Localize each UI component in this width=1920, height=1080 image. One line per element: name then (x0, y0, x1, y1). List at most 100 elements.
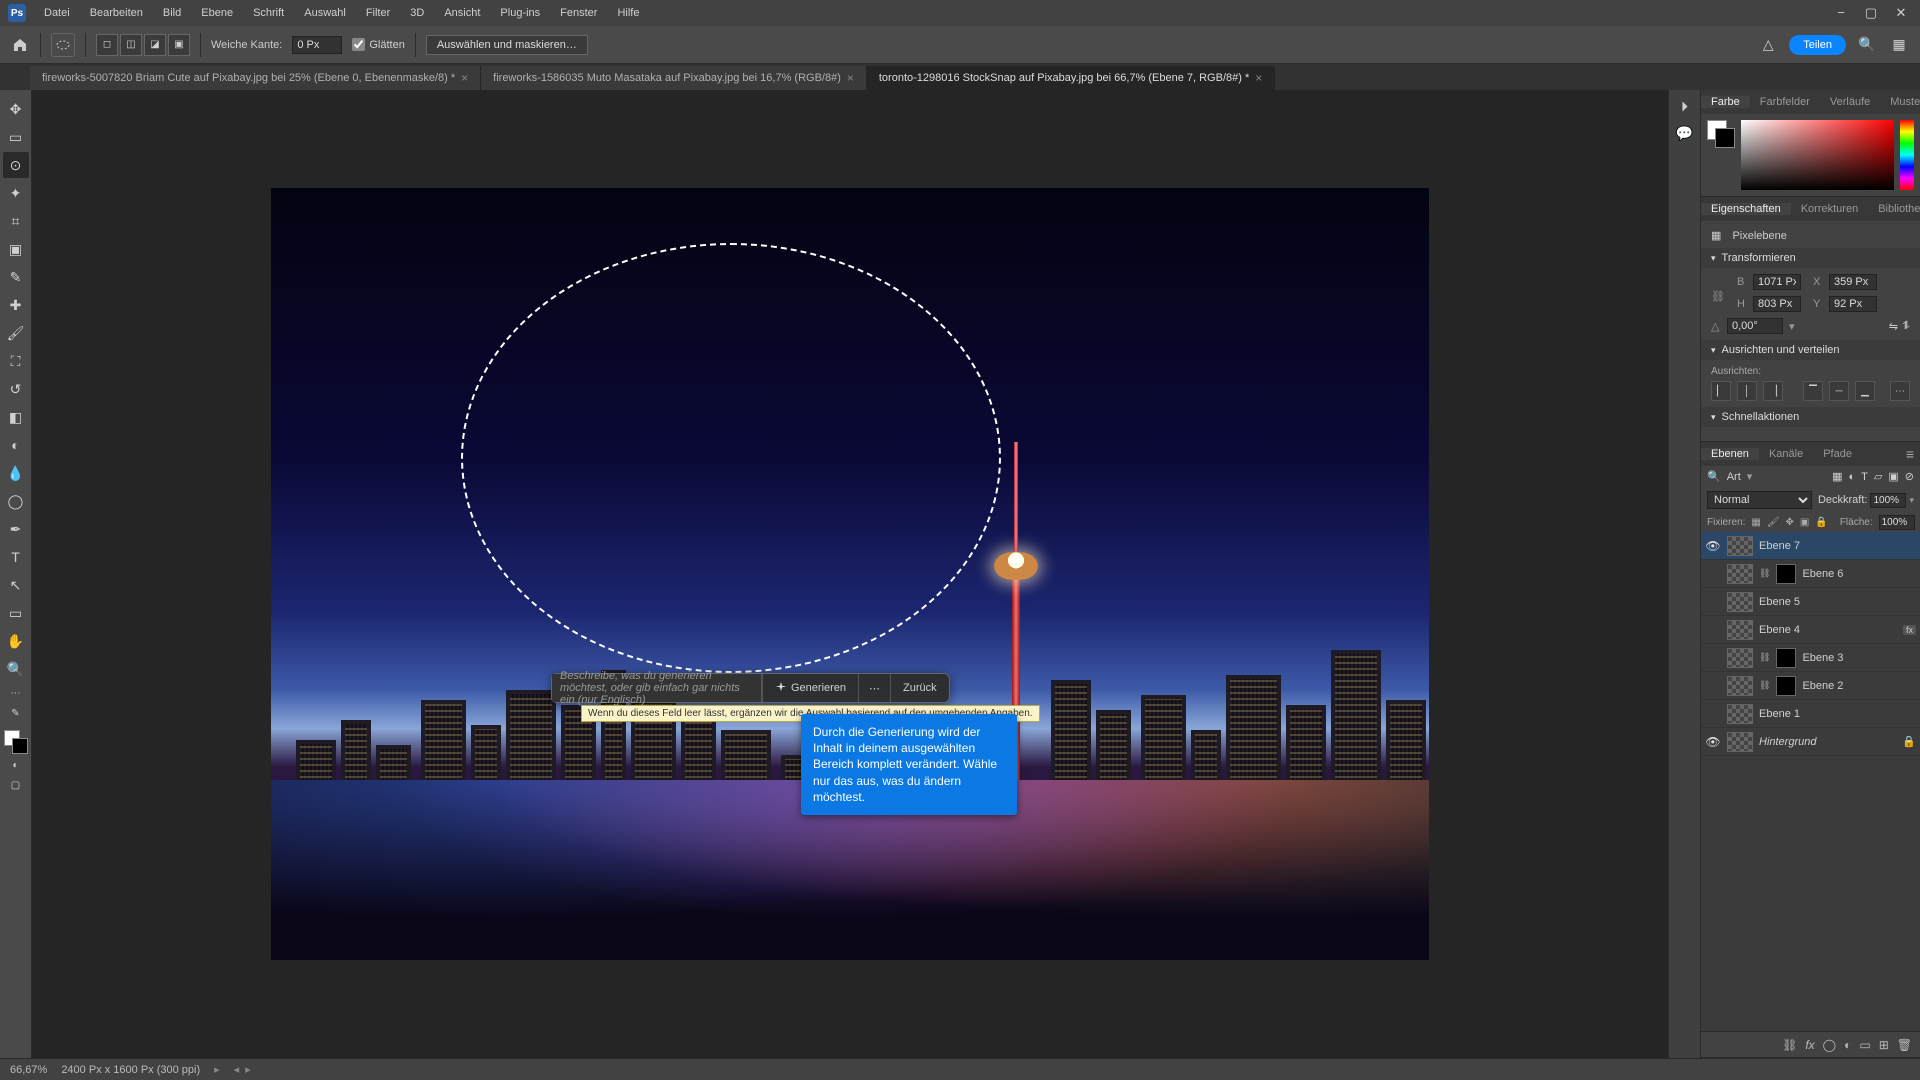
menu-item-plug-ins[interactable]: Plug-ins (490, 3, 550, 23)
color-field[interactable] (1741, 120, 1894, 190)
eraser-tool-icon[interactable]: ◧ (3, 404, 29, 430)
minimize-icon[interactable]: − (1830, 5, 1852, 21)
x-input[interactable] (1829, 274, 1877, 290)
move-tool-icon[interactable]: ✥ (3, 96, 29, 122)
angle-input[interactable] (1727, 318, 1783, 334)
layer-row[interactable]: ⛓Ebene 2 (1701, 672, 1920, 700)
menu-item-filter[interactable]: Filter (356, 3, 400, 23)
fill-input[interactable] (1879, 515, 1915, 530)
lasso-tool-icon[interactable]: ⊙ (3, 152, 29, 178)
flip-h-icon[interactable]: ⇋ (1889, 320, 1898, 333)
y-input[interactable] (1829, 296, 1877, 312)
filter-type-icon[interactable]: T (1861, 471, 1868, 483)
workspace-icon[interactable]: ▦ (1888, 34, 1910, 56)
lock-artboard-icon[interactable]: ▣ (1800, 517, 1809, 528)
close-icon[interactable]: ✕ (1890, 5, 1912, 21)
menu-item-datei[interactable]: Datei (34, 3, 80, 23)
mask-link-icon[interactable]: ⛓ (1759, 568, 1770, 579)
adjustment-layer-icon[interactable]: ◐ (1844, 1038, 1851, 1052)
panel-menu-icon[interactable]: ≡ (1900, 446, 1920, 462)
panel-tab[interactable]: Ebenen (1701, 448, 1759, 460)
pen-tool-icon[interactable]: ✒ (3, 516, 29, 542)
panel-tab[interactable]: Eigenschaften (1701, 203, 1791, 215)
intersect-selection-icon[interactable]: ▣ (168, 34, 190, 56)
generate-button[interactable]: Generieren (762, 674, 858, 702)
rect-marquee-tool-icon[interactable]: ▭ (3, 124, 29, 150)
layer-row[interactable]: ⛓Ebene 6 (1701, 560, 1920, 588)
select-and-mask-button[interactable]: Auswählen und maskieren… (426, 35, 588, 55)
lock-all-icon[interactable]: 🔒 (1815, 517, 1827, 528)
hue-strip[interactable] (1900, 120, 1914, 190)
share-button[interactable]: Teilen (1789, 35, 1846, 55)
stamp-tool-icon[interactable]: ⛶ (3, 348, 29, 374)
mask-link-icon[interactable]: ⛓ (1759, 652, 1770, 663)
panel-tab[interactable]: Kanäle (1759, 448, 1813, 460)
more-tools-icon[interactable]: ⋯ (3, 684, 29, 702)
maximize-icon[interactable]: ▢ (1860, 5, 1882, 21)
dodge-tool-icon[interactable]: ◯ (3, 488, 29, 514)
eyedropper-tool-icon[interactable]: ✎ (3, 264, 29, 290)
menu-item-hilfe[interactable]: Hilfe (607, 3, 649, 23)
subtract-selection-icon[interactable]: ◪ (144, 34, 166, 56)
brush-tool-icon[interactable]: 🖌 (3, 320, 29, 346)
zoom-tool-icon[interactable]: 🔍 (3, 656, 29, 682)
panel-tab[interactable]: Muster (1880, 96, 1920, 108)
gradient-tool-icon[interactable]: ◐ (3, 432, 29, 458)
layer-mask-icon[interactable]: ◯ (1823, 1038, 1836, 1052)
new-selection-icon[interactable]: ◻ (96, 34, 118, 56)
menu-item-bearbeiten[interactable]: Bearbeiten (80, 3, 153, 23)
nav-next-icon[interactable]: ▸ (245, 1063, 251, 1076)
blend-mode-select[interactable]: Normal (1707, 491, 1812, 509)
distribute-more-icon[interactable]: ⋯ (1890, 381, 1910, 401)
zoom-level[interactable]: 66,67% (10, 1064, 47, 1076)
feather-input[interactable] (292, 36, 342, 54)
tab-close-icon[interactable]: × (461, 71, 468, 85)
align-vcenter-icon[interactable]: ─ (1829, 381, 1849, 401)
blur-tool-icon[interactable]: 💧 (3, 460, 29, 486)
lock-position-icon[interactable]: ✥ (1786, 517, 1794, 528)
menu-item-fenster[interactable]: Fenster (550, 3, 607, 23)
menu-item-ansicht[interactable]: Ansicht (434, 3, 490, 23)
panel-tab[interactable]: Korrekturen (1791, 203, 1868, 215)
visibility-toggle-icon[interactable]: 👁 (1705, 539, 1721, 553)
panel-tab[interactable]: Farbe (1701, 96, 1750, 108)
menu-item-auswahl[interactable]: Auswahl (294, 3, 356, 23)
path-select-tool-icon[interactable]: ↖ (3, 572, 29, 598)
generative-prompt-input[interactable]: Beschreibe, was du generieren möchtest, … (552, 674, 762, 702)
visibility-toggle-icon[interactable]: 👁 (1705, 735, 1721, 749)
filter-pixel-icon[interactable]: ▦ (1832, 470, 1842, 483)
opacity-dropdown-icon[interactable]: ▾ (1909, 495, 1914, 506)
link-layers-icon[interactable]: ⛓ (1782, 1038, 1797, 1052)
quickmask-icon[interactable]: ◐ (3, 756, 29, 774)
filter-smart-icon[interactable]: ▣ (1888, 470, 1898, 483)
angle-dropdown-icon[interactable]: ▾ (1789, 320, 1795, 333)
panel-tab[interactable]: Verläufe (1820, 96, 1880, 108)
search-icon[interactable]: 🔍 (1856, 34, 1878, 56)
menu-item-ebene[interactable]: Ebene (191, 3, 243, 23)
link-wh-icon[interactable]: ⛓ (1711, 290, 1725, 303)
menu-item-bild[interactable]: Bild (153, 3, 191, 23)
tab-close-icon[interactable]: × (847, 71, 854, 85)
filter-shape-icon[interactable]: ▱ (1874, 470, 1882, 483)
antialias-checkbox[interactable] (352, 38, 365, 51)
align-bottom-icon[interactable]: ▁ (1855, 381, 1875, 401)
menu-item-3d[interactable]: 3D (400, 3, 434, 23)
lock-pixels-icon[interactable]: 🖌 (1767, 517, 1780, 528)
mask-link-icon[interactable]: ⛓ (1759, 680, 1770, 691)
document-tab[interactable]: toronto-1298016 StockSnap auf Pixabay.jp… (867, 66, 1275, 90)
nav-prev-icon[interactable]: ◂ (234, 1063, 240, 1076)
align-right-icon[interactable]: ▕ (1763, 381, 1783, 401)
back-button[interactable]: Zurück (890, 674, 949, 702)
document-tab[interactable]: fireworks-1586035 Muto Masataka auf Pixa… (481, 66, 867, 90)
comments-panel-icon[interactable]: 💬 (1676, 125, 1693, 142)
fg-bg-swatch[interactable] (1707, 120, 1735, 148)
height-input[interactable] (1753, 296, 1801, 312)
menu-item-schrift[interactable]: Schrift (243, 3, 294, 23)
layer-row[interactable]: 👁Hintergrund🔒 (1701, 728, 1920, 756)
layer-row[interactable]: Ebene 1 (1701, 700, 1920, 728)
edit-toolbar-icon[interactable]: ✎ (3, 704, 29, 722)
crop-tool-icon[interactable]: ⌗ (3, 208, 29, 234)
shape-tool-icon[interactable]: ▭ (3, 600, 29, 626)
layer-row[interactable]: Ebene 4fx (1701, 616, 1920, 644)
new-layer-icon[interactable]: ⊞ (1879, 1038, 1889, 1052)
